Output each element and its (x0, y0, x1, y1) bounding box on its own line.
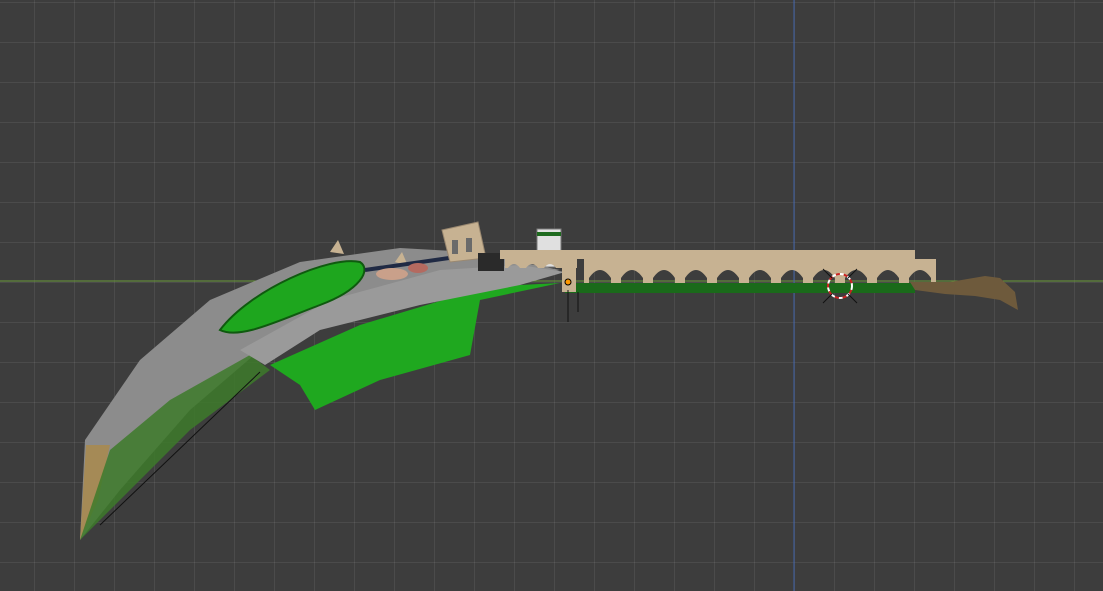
tower-arch (466, 238, 472, 252)
drum-band (537, 232, 561, 236)
bridge-base (565, 283, 915, 293)
tower-arch (452, 240, 458, 254)
3d-viewport[interactable] (0, 0, 1103, 591)
scene (0, 0, 1103, 591)
gear (408, 263, 428, 273)
mesh-object[interactable] (80, 221, 1018, 540)
gear (376, 268, 408, 280)
connector (562, 250, 576, 292)
origin-point[interactable] (564, 278, 572, 286)
spike (330, 240, 344, 254)
